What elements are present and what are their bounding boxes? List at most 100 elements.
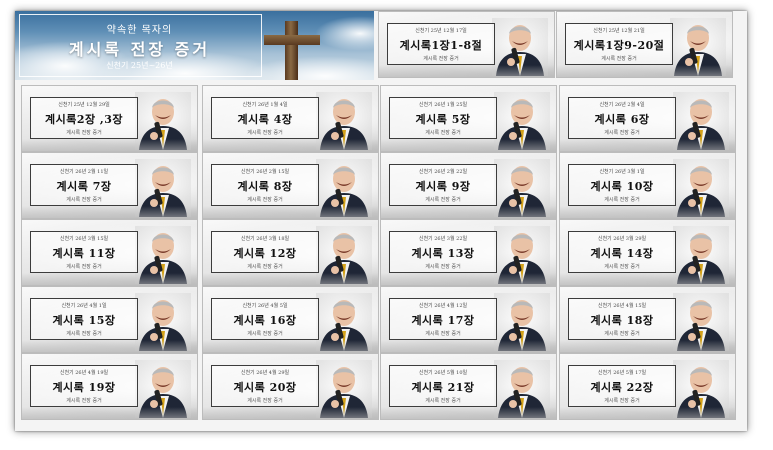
video-title: 계시록1장9-20절 (573, 39, 665, 52)
video-subtitle: 계시록 전장 증거 (425, 264, 461, 270)
video-thumbnail[interactable]: 신천기 26년 1월 4일 계시록 4장 계시록 전장 증거 (202, 85, 379, 152)
video-subtitle: 계시록 전장 증거 (247, 331, 283, 337)
video-thumbnail[interactable]: 신천기 25년 12월 17일 계시록1장1-8절 계시록 전장 증거 (378, 11, 555, 78)
video-title: 계시록 13장 (411, 247, 475, 260)
featured-banner[interactable]: 약속한 목자의 계시록 전장 증거 신천기 25년~26년 (15, 11, 374, 80)
video-thumbnail[interactable]: 신천기 26년 4월 29일 계시록 20장 계시록 전장 증거 (202, 353, 379, 420)
video-subtitle: 계시록 전장 증거 (247, 264, 283, 270)
video-thumbnail[interactable]: 신천기 26년 5월 10일 계시록 21장 계시록 전장 증거 (380, 353, 557, 420)
video-title: 계시록 8장 (237, 180, 293, 193)
video-title: 계시록 19장 (52, 381, 116, 394)
cross-icon (285, 21, 298, 80)
video-date: 신천기 26년 4월 19일 (59, 370, 109, 376)
video-subtitle: 계시록 전장 증거 (604, 331, 640, 337)
video-subtitle: 계시록 전장 증거 (425, 331, 461, 337)
title-box: 신천기 26년 2월 15일 계시록 8장 계시록 전장 증거 (211, 164, 319, 206)
title-box: 신천기 26년 2월 11일 계시록 7장 계시록 전장 증거 (30, 164, 138, 206)
video-title: 계시록 20장 (233, 381, 297, 394)
video-title: 계시록 5장 (415, 113, 471, 126)
video-date: 신천기 25년 12월 17일 (415, 28, 467, 34)
video-subtitle: 계시록 전장 증거 (604, 130, 640, 136)
video-subtitle: 계시록 전장 증거 (604, 197, 640, 203)
title-box: 신천기 26년 4월 12일 계시록 17장 계시록 전장 증거 (389, 298, 497, 340)
video-thumbnail[interactable]: 신천기 26년 4월 15일 계시록 18장 계시록 전장 증거 (559, 286, 736, 353)
video-title: 계시록 14장 (590, 247, 654, 260)
title-box: 신천기 26년 4월 1일 계시록 15장 계시록 전장 증거 (30, 298, 138, 340)
title-box: 신천기 26년 1월 4일 계시록 4장 계시록 전장 증거 (211, 97, 319, 139)
video-date: 신천기 26년 4월 29일 (240, 370, 290, 376)
video-thumbnail[interactable]: 신천기 26년 3월 15일 계시록 11장 계시록 전장 증거 (21, 219, 198, 286)
video-thumbnail[interactable]: 신천기 26년 3월 1일 계시록 10장 계시록 전장 증거 (559, 152, 736, 219)
video-thumbnail[interactable]: 신천기 26년 2월 4일 계시록 6장 계시록 전장 증거 (559, 85, 736, 152)
video-title: 계시록 9장 (415, 180, 471, 193)
video-title: 계시록 10장 (590, 180, 654, 193)
video-subtitle: 계시록 전장 증거 (423, 56, 459, 62)
video-thumbnail[interactable]: 신천기 26년 4월 12일 계시록 17장 계시록 전장 증거 (380, 286, 557, 353)
video-date: 신천기 26년 2월 11일 (59, 169, 109, 175)
title-box: 신천기 26년 4월 19일 계시록 19장 계시록 전장 증거 (30, 365, 138, 407)
video-date: 신천기 26년 5월 17일 (597, 370, 647, 376)
video-date: 신천기 25년 12월 21일 (593, 28, 645, 34)
video-subtitle: 계시록 전장 증거 (604, 264, 640, 270)
video-title: 계시록 18장 (590, 314, 654, 327)
title-box: 신천기 25년 12월 17일 계시록1장1-8절 계시록 전장 증거 (387, 23, 495, 65)
video-title: 계시록 7장 (56, 180, 112, 193)
video-title: 계시록2장 ,3장 (44, 113, 124, 126)
title-box: 신천기 26년 4월 29일 계시록 20장 계시록 전장 증거 (211, 365, 319, 407)
video-thumbnail[interactable]: 신천기 26년 2월 15일 계시록 8장 계시록 전장 증거 (202, 152, 379, 219)
title-box: 신천기 26년 3월 1일 계시록 10장 계시록 전장 증거 (568, 164, 676, 206)
video-grid: 약속한 목자의 계시록 전장 증거 신천기 25년~26년 신천기 25년 12… (15, 11, 747, 431)
video-date: 신천기 26년 3월 18일 (240, 236, 290, 242)
video-thumbnail[interactable]: 신천기 25년 12월 21일 계시록1장9-20절 계시록 전장 증거 (556, 11, 733, 78)
video-date: 신천기 26년 4월 12일 (418, 303, 468, 309)
video-subtitle: 계시록 전장 증거 (66, 130, 102, 136)
video-subtitle: 계시록 전장 증거 (425, 398, 461, 404)
video-subtitle: 계시록 전장 증거 (601, 56, 637, 62)
video-title: 계시록 15장 (52, 314, 116, 327)
video-thumbnail[interactable]: 신천기 26년 3월 29일 계시록 14장 계시록 전장 증거 (559, 219, 736, 286)
video-date: 신천기 26년 1월 4일 (242, 102, 288, 108)
video-subtitle: 계시록 전장 증거 (66, 264, 102, 270)
video-date: 신천기 26년 3월 15일 (59, 236, 109, 242)
video-title: 계시록 4장 (237, 113, 293, 126)
video-title: 계시록 11장 (52, 247, 116, 260)
video-date: 신천기 26년 3월 29일 (597, 236, 647, 242)
video-thumbnail[interactable]: 신천기 26년 3월 22일 계시록 13장 계시록 전장 증거 (380, 219, 557, 286)
video-subtitle: 계시록 전장 증거 (66, 197, 102, 203)
video-date: 신천기 26년 5월 10일 (418, 370, 468, 376)
banner-top-text: 약속한 목자의 (106, 25, 173, 36)
video-title: 계시록 22장 (590, 381, 654, 394)
title-box: 신천기 25년 12월 29일 계시록2장 ,3장 계시록 전장 증거 (30, 97, 138, 139)
video-subtitle: 계시록 전장 증거 (66, 398, 102, 404)
video-subtitle: 계시록 전장 증거 (247, 197, 283, 203)
video-subtitle: 계시록 전장 증거 (425, 197, 461, 203)
video-title: 계시록 16장 (233, 314, 297, 327)
video-date: 신천기 26년 3월 22일 (418, 236, 468, 242)
video-thumbnail[interactable]: 신천기 26년 2월 22일 계시록 9장 계시록 전장 증거 (380, 152, 557, 219)
video-thumbnail[interactable]: 신천기 26년 1월 25일 계시록 5장 계시록 전장 증거 (380, 85, 557, 152)
title-box: 신천기 26년 3월 22일 계시록 13장 계시록 전장 증거 (389, 231, 497, 273)
video-thumbnail[interactable]: 신천기 26년 4월 19일 계시록 19장 계시록 전장 증거 (21, 353, 198, 420)
title-box: 신천기 26년 1월 25일 계시록 5장 계시록 전장 증거 (389, 97, 497, 139)
video-title: 계시록 21장 (411, 381, 475, 394)
video-thumbnail[interactable]: 신천기 26년 2월 11일 계시록 7장 계시록 전장 증거 (21, 152, 198, 219)
video-thumbnail[interactable]: 신천기 26년 4월 1일 계시록 15장 계시록 전장 증거 (21, 286, 198, 353)
video-date: 신천기 25년 12월 29일 (58, 102, 110, 108)
title-box: 신천기 26년 2월 4일 계시록 6장 계시록 전장 증거 (568, 97, 676, 139)
banner-title: 계시록 전장 증거 (68, 40, 211, 59)
video-thumbnail[interactable]: 신천기 26년 4월 5일 계시록 16장 계시록 전장 증거 (202, 286, 379, 353)
video-title: 계시록1장1-8절 (399, 39, 483, 52)
video-thumbnail[interactable]: 신천기 26년 3월 18일 계시록 12장 계시록 전장 증거 (202, 219, 379, 286)
title-box: 신천기 26년 5월 10일 계시록 21장 계시록 전장 증거 (389, 365, 497, 407)
video-date: 신천기 26년 2월 22일 (418, 169, 468, 175)
video-subtitle: 계시록 전장 증거 (66, 331, 102, 337)
video-thumbnail[interactable]: 신천기 26년 5월 17일 계시록 22장 계시록 전장 증거 (559, 353, 736, 420)
video-thumbnail[interactable]: 신천기 25년 12월 29일 계시록2장 ,3장 계시록 전장 증거 (21, 85, 198, 152)
banner-subtitle: 신천기 25년~26년 (106, 61, 173, 70)
video-date: 신천기 26년 3월 1일 (599, 169, 645, 175)
title-box: 신천기 26년 5월 17일 계시록 22장 계시록 전장 증거 (568, 365, 676, 407)
title-box: 신천기 26년 3월 15일 계시록 11장 계시록 전장 증거 (30, 231, 138, 273)
video-date: 신천기 26년 4월 15일 (597, 303, 647, 309)
video-date: 신천기 26년 2월 4일 (599, 102, 645, 108)
title-box: 신천기 26년 4월 15일 계시록 18장 계시록 전장 증거 (568, 298, 676, 340)
